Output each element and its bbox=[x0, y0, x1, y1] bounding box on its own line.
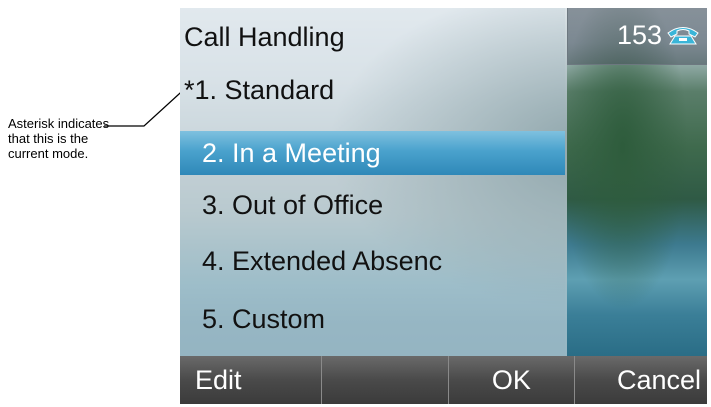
menu-item-label: 3. Out of Office bbox=[202, 190, 384, 220]
ok-softkey[interactable]: OK bbox=[449, 356, 576, 404]
menu-item-custom[interactable]: 5. Custom bbox=[180, 297, 565, 341]
menu-item-label: 4. Extended Absenc bbox=[202, 246, 443, 276]
callout-annotation: Asterisk indicates that this is the curr… bbox=[8, 116, 118, 161]
menu-item-label: 5. Custom bbox=[202, 304, 326, 334]
menu-item-label: *1. Standard bbox=[184, 75, 335, 105]
line-key-badge[interactable]: 153 bbox=[567, 8, 707, 65]
phone-handset-icon bbox=[667, 27, 699, 45]
edit-softkey[interactable]: Edit bbox=[180, 356, 322, 404]
screen-title: Call Handling bbox=[184, 22, 345, 52]
menu-item-label: 2. In a Meeting bbox=[202, 138, 381, 168]
cancel-softkey[interactable]: Cancel bbox=[575, 356, 707, 404]
menu-item-standard[interactable]: *1. Standard bbox=[180, 68, 565, 112]
menu-item-out-of-office[interactable]: 3. Out of Office bbox=[180, 183, 565, 227]
callout-text: Asterisk indicates that this is the curr… bbox=[8, 116, 110, 161]
phone-screen: Call Handling 153 *1. Standard 2. In a M… bbox=[180, 8, 707, 404]
menu-item-extended-absence[interactable]: 4. Extended Absenc bbox=[180, 239, 565, 283]
line-number: 153 bbox=[616, 20, 662, 50]
softkey-bar: Edit OK Cancel bbox=[180, 356, 707, 404]
menu-item-in-a-meeting[interactable]: 2. In a Meeting bbox=[180, 131, 565, 175]
blank-softkey[interactable] bbox=[322, 356, 449, 404]
